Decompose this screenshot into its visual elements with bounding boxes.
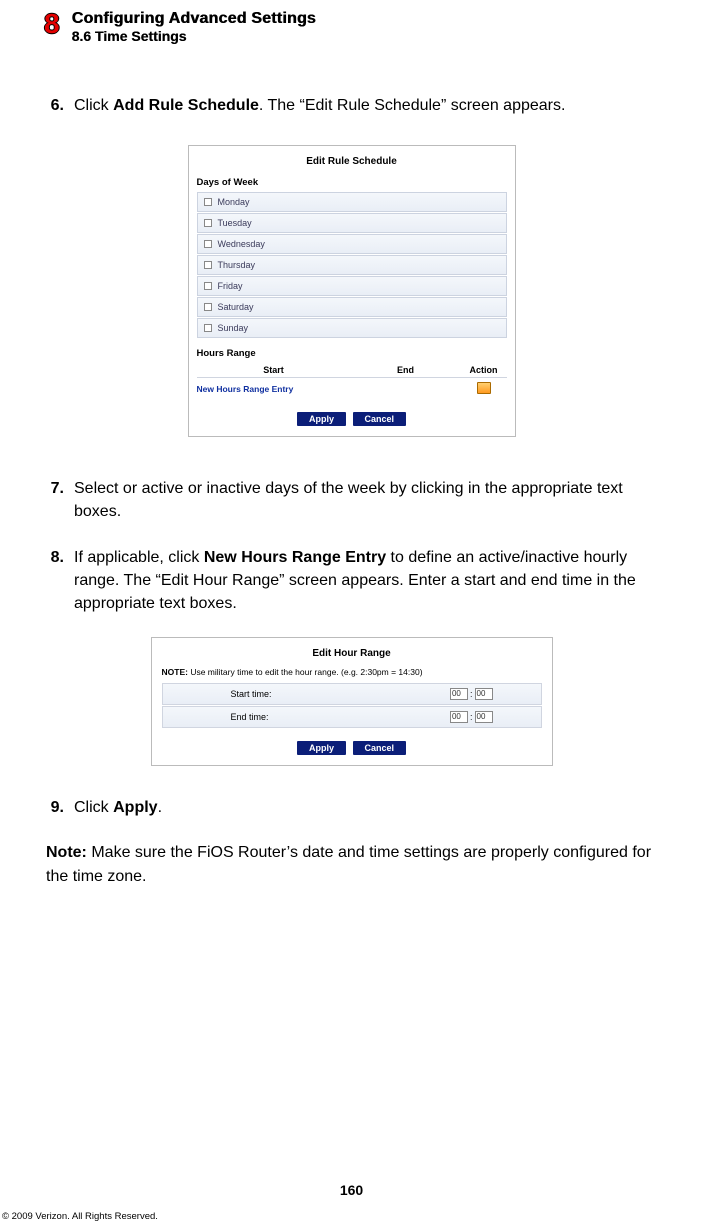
panel-title: Edit Hour Range (162, 644, 542, 667)
note-label: Note: (46, 844, 87, 861)
page-number: 160 (0, 1182, 703, 1198)
day-row-saturday[interactable]: Saturday (197, 297, 507, 317)
day-label: Monday (218, 197, 250, 207)
day-label: Friday (218, 281, 243, 291)
day-label: Thursday (218, 260, 256, 270)
apply-button[interactable]: Apply (297, 741, 346, 755)
step-7: 7. Select or active or inactive days of … (46, 477, 657, 523)
step-6: 6. Click Add Rule Schedule. The “Edit Ru… (46, 94, 657, 117)
chapter-title: Configuring Advanced Settings (72, 10, 316, 28)
step-number: 8. (46, 546, 64, 616)
step-8: 8. If applicable, click New Hours Range … (46, 546, 657, 616)
step-9: 9. Click Apply. (46, 796, 657, 819)
day-row-friday[interactable]: Friday (197, 276, 507, 296)
hours-range-label: Hours Range (197, 348, 507, 359)
checkbox-icon[interactable] (204, 219, 212, 227)
start-time-label: Start time: (167, 689, 321, 699)
end-time-row: End time: 00 : 00 (162, 706, 542, 728)
days-of-week-label: Days of Week (197, 177, 507, 188)
chapter-number: 8 (44, 10, 60, 38)
day-row-wednesday[interactable]: Wednesday (197, 234, 507, 254)
end-hour-input[interactable]: 00 (450, 711, 468, 723)
start-hour-input[interactable]: 00 (450, 688, 468, 700)
step-text: Click Add Rule Schedule. The “Edit Rule … (74, 94, 657, 117)
note-line: Note: Make sure the FiOS Router’s date a… (46, 841, 657, 887)
edit-rule-schedule-panel: Edit Rule Schedule Days of Week Monday T… (188, 145, 516, 437)
panel-note: NOTE: Use military time to edit the hour… (162, 667, 542, 677)
checkbox-icon[interactable] (204, 198, 212, 206)
copyright-footer: © 2009 Verizon. All Rights Reserved. (2, 1211, 158, 1222)
apply-button[interactable]: Apply (297, 412, 346, 426)
day-row-sunday[interactable]: Sunday (197, 318, 507, 338)
new-hours-entry-row: New Hours Range Entry (197, 378, 507, 398)
col-action: Action (461, 365, 507, 375)
day-label: Saturday (218, 302, 254, 312)
step-number: 6. (46, 94, 64, 117)
subsection-title: 8.6 Time Settings (72, 28, 316, 44)
col-end: End (351, 365, 461, 375)
step-number: 7. (46, 477, 64, 523)
time-separator: : (470, 712, 473, 722)
day-label: Sunday (218, 323, 249, 333)
start-time-row: Start time: 00 : 00 (162, 683, 542, 705)
note-text: Make sure the FiOS Router’s date and tim… (46, 844, 651, 884)
step-number: 9. (46, 796, 64, 819)
day-row-monday[interactable]: Monday (197, 192, 507, 212)
panel-title: Edit Rule Schedule (197, 152, 507, 175)
hours-header-row: Start End Action (197, 363, 507, 378)
end-minute-input[interactable]: 00 (475, 711, 493, 723)
day-label: Wednesday (218, 239, 265, 249)
step-text: Select or active or inactive days of the… (74, 477, 657, 523)
checkbox-icon[interactable] (204, 240, 212, 248)
col-start: Start (197, 365, 351, 375)
end-time-label: End time: (167, 712, 321, 722)
day-row-thursday[interactable]: Thursday (197, 255, 507, 275)
day-label: Tuesday (218, 218, 252, 228)
checkbox-icon[interactable] (204, 324, 212, 332)
step-text: Click Apply. (74, 796, 657, 819)
step-text: If applicable, click New Hours Range Ent… (74, 546, 657, 616)
start-minute-input[interactable]: 00 (475, 688, 493, 700)
add-entry-icon[interactable] (477, 382, 491, 394)
cancel-button[interactable]: Cancel (353, 741, 407, 755)
time-separator: : (470, 689, 473, 699)
checkbox-icon[interactable] (204, 261, 212, 269)
checkbox-icon[interactable] (204, 282, 212, 290)
checkbox-icon[interactable] (204, 303, 212, 311)
new-hours-entry-link[interactable]: New Hours Range Entry (197, 384, 351, 394)
page-header: 8 Configuring Advanced Settings 8.6 Time… (24, 10, 679, 44)
day-row-tuesday[interactable]: Tuesday (197, 213, 507, 233)
cancel-button[interactable]: Cancel (353, 412, 407, 426)
edit-hour-range-panel: Edit Hour Range NOTE: Use military time … (151, 637, 553, 766)
